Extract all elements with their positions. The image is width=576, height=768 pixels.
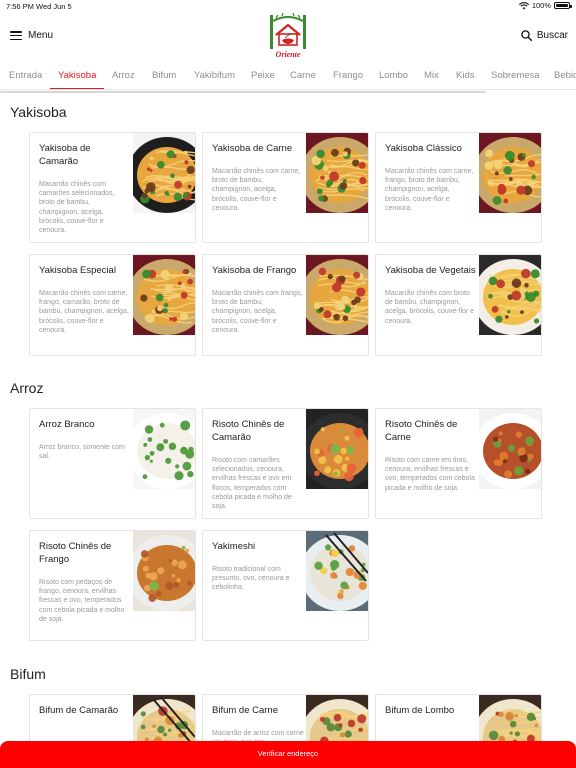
verify-address-button[interactable]: Verificar endereço (0, 741, 576, 768)
menu-item-card[interactable]: Yakisoba Clássico Macarrão chinês com car… (375, 132, 542, 243)
battery-icon (554, 2, 572, 9)
menu-item-name: Arroz Branco (39, 419, 95, 430)
section-title-yakisoba: Yakisoba (10, 104, 67, 120)
menu-item-name: Risoto Chinês de Frango (39, 541, 112, 565)
tab-mix[interactable]: Mix (424, 70, 439, 81)
tab-yakisoba[interactable]: Yakisoba (58, 70, 96, 81)
menu-item-name: Bifum de Lombo (385, 705, 455, 716)
search-label: Buscar (536, 30, 568, 41)
menu-item-name: Risoto Chinês de Camarão (212, 419, 285, 443)
menu-item-description: Risoto com carne em tiras, cenoura, ervi… (385, 457, 475, 492)
status-time: 7:56 PM (6, 2, 34, 11)
search-icon (521, 30, 532, 41)
menu-item-photo (306, 531, 368, 611)
menu-item-card[interactable]: Yakisoba de Camarão Macarrão chinês com c… (29, 132, 196, 243)
tab-bifum[interactable]: Bifum (152, 70, 176, 81)
battery-percent: 100% (531, 1, 551, 10)
menu-item-photo (133, 255, 195, 335)
menu-item-photo (133, 531, 195, 611)
menu-item-card[interactable]: Risoto Chinês de Carne Risoto com carne e… (375, 408, 542, 519)
menu-item-name: Yakisoba Especial (39, 265, 116, 276)
menu-item-description: Macarrão chinês com carne, frango, broto… (385, 168, 474, 212)
menu-item-card[interactable]: Yakisoba de Frango Macarrão chinês com fr… (202, 254, 369, 356)
menu-item-name: Bifum de Camarão (39, 705, 119, 716)
wifi-icon (518, 1, 529, 9)
menu-item-photo (479, 255, 541, 335)
menu-item-description: Risoto com pedaços de frango, cenoura, e… (39, 579, 125, 623)
menu-item-photo (306, 133, 368, 213)
menu-button[interactable]: Menu (10, 30, 53, 41)
menu-item-description: Macarrão chinês com carne, frango, camar… (39, 290, 129, 334)
tab-arroz[interactable]: Arroz (112, 70, 135, 81)
menu-item-photo (133, 409, 195, 489)
menu-item-name: Risoto Chinês de Carne (385, 419, 458, 443)
menu-label: Menu (28, 30, 54, 41)
menu-item-card[interactable]: Yakimeshi Risoto tradicional com presunto… (202, 530, 369, 641)
menu-item-name: Yakisoba de Frango (212, 265, 297, 276)
tabs-scrollbar[interactable] (0, 91, 486, 93)
section-title-bifum: Bifum (10, 666, 46, 682)
app-header: Menu Oriente Buscar (0, 12, 576, 64)
tab-yakibifum[interactable]: Yakibifum (194, 70, 235, 81)
tab-bebidas[interactable]: Bebidas (554, 70, 576, 81)
menu-item-photo (479, 133, 541, 213)
menu-item-name: Yakisoba Clássico (385, 143, 462, 154)
menu-item-card[interactable]: Yakisoba de Carne Macarrão chinês com car… (202, 132, 369, 243)
tab-kids[interactable]: Kids (456, 70, 474, 81)
status-bar: 7:56 PM Wed Jun 5 100% (0, 0, 576, 12)
tab-carne[interactable]: Carne (290, 70, 316, 81)
menu-item-description: Macarrão chinês com frango, broto de bam… (212, 290, 303, 334)
tab-entrada[interactable]: Entrada (9, 70, 42, 81)
menu-item-name: Yakisoba de Vegetais (385, 265, 476, 276)
active-tab-indicator (50, 88, 104, 89)
logo-text: Oriente (276, 50, 301, 59)
status-date: Wed Jun 5 (36, 2, 72, 11)
menu-item-name: Yakimeshi (212, 541, 256, 552)
menu-item-card[interactable]: Yakisoba Especial Macarrão chinês com car… (29, 254, 196, 356)
category-tabs: Entrada Yakisoba Arroz Bifum Yakibifum Peixe C… (0, 64, 576, 90)
search-button[interactable]: Buscar (521, 30, 568, 41)
tab-frango[interactable]: Frango (333, 70, 363, 81)
hamburger-icon (10, 31, 22, 40)
menu-item-name: Bifum de Carne (212, 705, 279, 716)
menu-item-card[interactable]: Yakisoba de Vegetais Macarrão chinês com … (375, 254, 542, 356)
menu-item-description: Macarrão chinês com broto de bambu, cham… (385, 290, 475, 325)
menu-item-description: Risoto com camarões selecionados, cenour… (212, 457, 292, 511)
tab-peixe[interactable]: Peixe (251, 70, 275, 81)
menu-item-photo (306, 255, 368, 335)
menu-item-name: Yakisoba de Carne (212, 143, 293, 154)
menu-item-photo (479, 409, 541, 489)
tab-lombo[interactable]: Lombo (379, 70, 408, 81)
restaurant-logo[interactable]: Oriente (268, 13, 308, 61)
menu-item-description: Macarrão chinês com camarões selecionado… (39, 181, 115, 235)
menu-item-photo (306, 409, 368, 489)
menu-item-name: Yakisoba de Camarão (39, 143, 91, 167)
menu-item-card[interactable]: Risoto Chinês de Camarão Risoto com camar… (202, 408, 369, 519)
menu-item-description: Risoto tradicional com presunto, ovo, ce… (212, 566, 290, 592)
menu-item-photo (133, 133, 195, 213)
menu-item-card[interactable]: Arroz Branco Arroz branco, somente com sa… (29, 408, 196, 519)
section-title-arroz: Arroz (10, 380, 44, 396)
menu-item-card[interactable]: Risoto Chinês de Frango Risoto com pedaço… (29, 530, 196, 641)
tab-sobremesa[interactable]: Sobremesa (491, 70, 540, 81)
status-right: 100% (518, 1, 572, 10)
menu-item-description: Macarrão chinês com carne, broto de bamb… (212, 168, 301, 212)
menu-item-description: Arroz branco, somente com sal. (39, 444, 125, 461)
